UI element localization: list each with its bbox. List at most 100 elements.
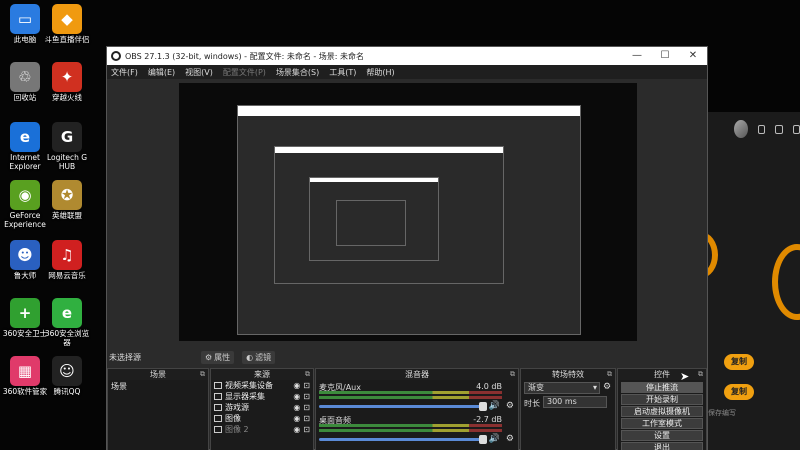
preview-area: [107, 79, 707, 347]
menu-item[interactable]: 配置文件(P): [223, 67, 266, 78]
desktop-shortcut[interactable]: G Logitech G HUB: [42, 122, 92, 171]
copy-button-2[interactable]: 复制: [724, 384, 754, 400]
desktop-shortcut[interactable]: e 360安全浏览器: [42, 298, 92, 347]
source-item[interactable]: 图像 ◉ ⊡: [211, 413, 313, 424]
sources-dock: 来源 ⧉ 视频采集设备 ◉ ⊡ 显示器采集 ◉ ⊡ 游戏源 ◉ ⊡ 图像 ◉ ⊡ 图像 2 ◉ ⊡: [210, 368, 314, 450]
control-button[interactable]: 退出: [621, 442, 703, 450]
control-button[interactable]: 开始录制: [621, 394, 703, 405]
menu-item[interactable]: 帮助(H): [366, 67, 394, 78]
bag-icon[interactable]: [775, 124, 783, 134]
menu-item[interactable]: 视图(V): [185, 67, 213, 78]
desktop-shortcut[interactable]: ✦ 穿越火线: [42, 62, 92, 103]
eye-icon[interactable]: ◉: [293, 391, 300, 402]
source-item[interactable]: 游戏源 ◉ ⊡: [211, 402, 313, 413]
dock-undock-icon[interactable]: ⧉: [305, 369, 310, 380]
preview-canvas[interactable]: [179, 83, 637, 341]
menu-item[interactable]: 场景集合(S): [276, 67, 319, 78]
eye-icon[interactable]: ◉: [293, 413, 300, 424]
avatar[interactable]: [734, 120, 748, 138]
close-icon[interactable]: ✕: [679, 47, 707, 65]
scenes-header: 场景 ⧉: [108, 369, 208, 380]
background-app-topbar: [706, 112, 800, 146]
lock-icon[interactable]: ⊡: [303, 413, 310, 424]
obs-titlebar: OBS 27.1.3 (32-bit, windows) - 配置文件: 未命名…: [107, 47, 707, 65]
crossfire-icon: ✦: [52, 62, 82, 92]
qq-icon: ☺: [52, 356, 82, 386]
controls-dock: 控件 ⧉ 停止推流 开始录制 启动虚拟摄像机 工作室模式 设置 退出: [617, 368, 707, 450]
minimize-icon[interactable]: —: [623, 47, 651, 65]
dock-undock-icon[interactable]: ⧉: [510, 369, 515, 380]
dock-undock-icon[interactable]: ⧉: [607, 369, 612, 380]
source-item[interactable]: 视频采集设备 ◉ ⊡: [211, 380, 313, 391]
gear-icon[interactable]: ⚙: [506, 434, 514, 444]
mixer-header: 混音器 ⧉: [316, 369, 518, 380]
window-controls: — ☐ ✕: [623, 47, 707, 65]
eye-icon[interactable]: ◉: [293, 424, 300, 435]
lock-icon[interactable]: ⊡: [303, 402, 310, 413]
gift-icon[interactable]: [792, 124, 800, 134]
menu-bar: 文件(F) 编辑(E) 视图(V) 配置文件(P) 场景集合(S) 工具(T) 帮助(H): [107, 65, 707, 79]
properties-button[interactable]: ⚙ 属性: [201, 350, 235, 364]
scene-item[interactable]: 场景: [108, 380, 208, 393]
speaker-icon[interactable]: 🔊: [489, 434, 500, 444]
source-label: 游戏源: [225, 403, 249, 412]
menu-item[interactable]: 文件(F): [111, 67, 138, 78]
transition-settings-gear-icon[interactable]: ⚙: [603, 382, 611, 392]
lock-icon[interactable]: ⊡: [303, 380, 310, 391]
channel-db: -2.7 dB: [473, 415, 502, 424]
desktop-shortcut-label: 360安全浏览器: [44, 329, 90, 347]
obs-window: OBS 27.1.3 (32-bit, windows) - 配置文件: 未命名…: [106, 46, 708, 450]
desktop-shortcut[interactable]: ☺ 腾讯QQ: [42, 356, 92, 397]
nested-capture-4: [336, 200, 406, 246]
logitech-ghub-icon: G: [52, 122, 82, 152]
slider-knob[interactable]: [479, 435, 487, 444]
duration-label: 时长: [524, 399, 540, 408]
source-status-row: 未选择源 ⚙ 属性 ◐ 滤镜: [107, 347, 707, 367]
desktop-shortcut[interactable]: ✪ 英雄联盟: [42, 180, 92, 221]
speaker-icon[interactable]: 🔊: [489, 401, 500, 411]
mixer-dock: 混音器 ⧉ 麦克风/Aux 4.0 dB 🔊 ⚙ 桌面音频 -2.7 dB 🔊 ⚙: [315, 368, 519, 450]
control-button[interactable]: 停止推流: [621, 382, 703, 393]
control-button[interactable]: 设置: [621, 430, 703, 441]
copy-button[interactable]: 复制: [724, 354, 754, 370]
maximize-icon[interactable]: ☐: [651, 47, 679, 65]
transition-select[interactable]: 渐变 ▾: [524, 382, 600, 394]
desktop-shortcut-label: 斗鱼直播伴侣: [44, 35, 90, 44]
filters-button[interactable]: ◐ 滤镜: [242, 350, 276, 364]
lock-icon[interactable]: ⊡: [303, 424, 310, 435]
gear-icon: ⚙: [205, 352, 213, 362]
window-title: OBS 27.1.3 (32-bit, windows) - 配置文件: 未命名…: [125, 51, 365, 61]
volume-meter: [319, 424, 502, 427]
desktop-shortcut[interactable]: ♫ 网易云音乐: [42, 240, 92, 281]
sources-header: 来源 ⧉: [211, 369, 313, 380]
scenes-list: 场景: [108, 380, 208, 450]
controls-header: 控件 ⧉: [618, 369, 706, 380]
control-button[interactable]: 启动虚拟摄像机: [621, 406, 703, 417]
channel-db: 4.0 dB: [476, 382, 502, 391]
gear-icon[interactable]: ⚙: [506, 401, 514, 411]
dock-undock-icon[interactable]: ⧉: [698, 369, 703, 380]
menu-item[interactable]: 工具(T): [329, 67, 356, 78]
slider-knob[interactable]: [479, 402, 487, 411]
duration-input[interactable]: 300 ms: [543, 396, 607, 408]
volume-slider[interactable]: [319, 402, 487, 411]
lock-icon[interactable]: ⊡: [303, 391, 310, 402]
desktop-shortcut[interactable]: ◆ 斗鱼直播伴侣: [42, 4, 92, 45]
desktop-shortcut-label: 穿越火线: [52, 93, 82, 102]
source-item[interactable]: 显示器采集 ◉ ⊡: [211, 391, 313, 402]
source-type-icon: [214, 415, 222, 422]
eye-icon[interactable]: ◉: [293, 380, 300, 391]
eye-icon[interactable]: ◉: [293, 402, 300, 413]
menu-item[interactable]: 编辑(E): [148, 67, 175, 78]
dock-undock-icon[interactable]: ⧉: [200, 369, 205, 380]
volume-slider[interactable]: [319, 435, 487, 444]
volume-meter: [319, 396, 502, 399]
source-item[interactable]: 图像 2 ◉ ⊡: [211, 424, 313, 435]
source-type-icon: [214, 426, 222, 433]
control-button[interactable]: 工作室模式: [621, 418, 703, 429]
nested-capture-2: [274, 146, 504, 284]
bgapp-bottom-text: 保存编写: [708, 409, 736, 417]
source-label: 视频采集设备: [225, 381, 273, 390]
message-icon[interactable]: [757, 124, 766, 134]
360-browser-icon: e: [52, 298, 82, 328]
